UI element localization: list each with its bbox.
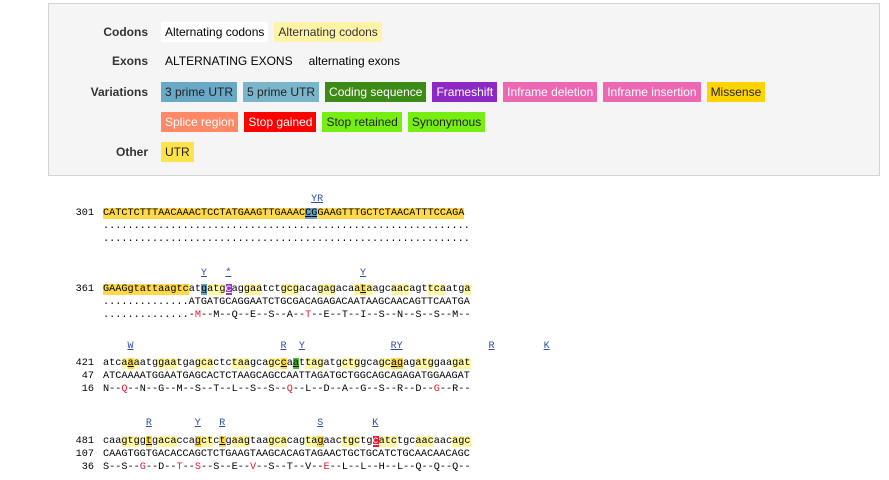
variant-link-y-b3-2[interactable]: Y <box>299 341 305 352</box>
legend-label-other: Other <box>115 145 148 159</box>
legend-label-codons: Codons <box>103 25 148 39</box>
variant-link-y-b4-1[interactable]: Y <box>195 418 201 429</box>
variation-key-coding-sequence: Coding sequence <box>325 82 427 102</box>
variation-key-stop-gained: Stop gained <box>244 112 317 132</box>
legend-row-variations: Variations 3 prime UTR 5 prime UTR Coding … <box>49 81 771 103</box>
sequence-line: atcaaaatggaatgagcactctaagcagccaattagatgc… <box>103 358 471 369</box>
utr-sequence-line: CATCTCTTTAACAAACTCCTATGAAGTTGAAACCGGAAGT… <box>103 208 465 219</box>
protein-line: S--S--G--D--T--S--S--E--V--S--T--V--E--L… <box>103 462 471 473</box>
exon-line: ........................................… <box>103 221 470 232</box>
variant-link-y-2[interactable]: Y <box>360 268 366 279</box>
legend-row-variations-2: Splice region Stop gained Stop retained Syn… <box>161 111 491 133</box>
codons-key-plain: Alternating codons <box>161 22 269 42</box>
variant-link-r-b4-2[interactable]: R <box>219 418 225 429</box>
variation-key-splice-region: Splice region <box>161 112 239 132</box>
exon-line: ATCAAAATGGAATGAGCACTCTAAGCAGCCAATTAGATGC… <box>103 371 470 382</box>
variation-key-inframe-insertion: Inframe insertion <box>603 82 701 102</box>
line-number: 361 <box>75 284 94 295</box>
variation-key-frameshift: Frameshift <box>432 82 498 102</box>
variation-key-3-prime-utr: 3 prime UTR <box>161 82 238 102</box>
variant-link-s-b4-3[interactable]: S <box>317 418 323 429</box>
legend-row-codons: Codons Alternating codons Alternating co… <box>49 21 388 43</box>
variant-link-ry-b3-3[interactable]: RY <box>391 341 403 352</box>
legend-label-exons: Exons <box>111 54 148 68</box>
line-number: 107 <box>75 449 94 460</box>
variation-key-missense: Missense <box>706 82 766 102</box>
line-number: 481 <box>75 436 94 447</box>
exons-key-upper: ALTERNATING EXONS <box>165 54 293 68</box>
variant-link-r-b4-0[interactable]: R <box>146 418 152 429</box>
codons-key-highlighted: Alternating codons <box>274 22 382 42</box>
line-number: 421 <box>75 358 94 369</box>
line-number: 36 <box>81 462 94 473</box>
protein-line: ..............-M--M--Q--E--S--A--T--E--T… <box>103 310 471 321</box>
variation-key-5-prime-utr: 5 prime UTR <box>243 82 320 102</box>
protein-line: N--Q--N--G--M--S--T--L--S--S--Q--L--D--A… <box>103 384 471 395</box>
variant-link-w-b3-0[interactable]: W <box>127 341 133 352</box>
variant-link-y-1[interactable]: Y <box>201 268 207 279</box>
legend-row-exons: Exons ALTERNATING EXONS alternating exon… <box>49 50 412 72</box>
legend-panel: Codons Alternating codons Alternating co… <box>48 3 880 176</box>
other-key-utr: UTR <box>161 142 194 162</box>
exon-line: ..............ATGATGCAGGAATCTGCGACAGAGAC… <box>103 297 470 308</box>
exon-line: CAAGTGGTGACACCAGCTCTGAAGTAAGCACAGTAGAACT… <box>103 449 470 460</box>
variant-link-k-b3-5[interactable]: K <box>544 341 550 352</box>
variant-link-r-b3-1[interactable]: R <box>280 341 286 352</box>
sequence-line: caagtggtgacaccagctctgaagtaagcacagtagaact… <box>103 436 471 447</box>
variation-key-synonymous: Synonymous <box>407 112 486 132</box>
variant-link-yr-1[interactable]: YR <box>311 194 323 205</box>
variant-link-star[interactable]: * <box>225 268 231 279</box>
variation-key-inframe-deletion: Inframe deletion <box>503 82 598 102</box>
variation-key-stop-retained: Stop retained <box>322 112 402 132</box>
protein-line: ........................................… <box>103 234 470 245</box>
line-number: 47 <box>81 371 94 382</box>
legend-row-other: Other UTR <box>49 141 200 163</box>
exons-key-lower: alternating exons <box>308 54 400 68</box>
sequence-line: GAAGgtattaagtcatgatgcaggaatctgcgacagagac… <box>103 284 471 295</box>
legend-label-variations: Variations <box>90 85 148 99</box>
line-number: 301 <box>75 208 94 219</box>
line-number: 16 <box>81 384 94 395</box>
variant-link-k-b4-4[interactable]: K <box>372 418 378 429</box>
variant-link-r-b3-4[interactable]: R <box>489 341 495 352</box>
